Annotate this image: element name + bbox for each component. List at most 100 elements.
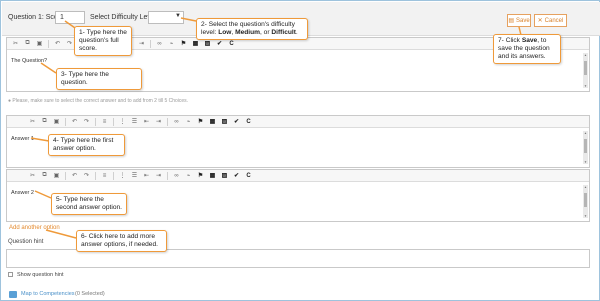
c-icon[interactable]: C <box>228 40 235 48</box>
unordered-list-icon[interactable]: ☰ <box>131 118 138 126</box>
paste-icon[interactable]: ▣ <box>53 118 60 126</box>
scroll-up-icon[interactable]: ▲ <box>583 131 588 135</box>
ordered-list-icon[interactable]: ⋮ <box>119 118 126 126</box>
undo-icon[interactable]: ↶ <box>71 172 78 180</box>
table-icon[interactable]: ▦ <box>209 172 216 180</box>
hint-label: Question hint <box>8 239 44 245</box>
table-icon[interactable]: ▦ <box>209 118 216 126</box>
save-button[interactable]: ▤ Save <box>507 14 531 27</box>
ordered-list-icon[interactable]: ⋮ <box>119 172 126 180</box>
answer-1-toolbar: ✂ ⧉ ▣ ↶ ↷ ≡ ⋮ ☰ ⇤ ⇥ ∞ ⌁ ⚑ ▦ ▨ ✔ C <box>7 116 589 128</box>
link-icon[interactable]: ∞ <box>173 118 180 126</box>
flag-icon[interactable]: ⚑ <box>180 40 187 48</box>
add-option-link[interactable]: Add another option <box>9 225 60 231</box>
flag-icon[interactable]: ⚑ <box>197 172 204 180</box>
toolbar-divider <box>65 117 66 126</box>
unlink-icon[interactable]: ⌁ <box>185 172 192 180</box>
callout-question: 3- Type here the question. <box>56 68 142 90</box>
toolbar-divider <box>65 171 66 180</box>
scroll-down-icon[interactable]: ▼ <box>583 214 588 218</box>
undo-icon[interactable]: ↶ <box>54 40 61 48</box>
save-icon: ▤ <box>508 18 514 24</box>
callout-add-option-text: 6- Click here to add more answer options… <box>81 233 158 248</box>
redo-icon[interactable]: ↷ <box>83 172 90 180</box>
callout-add-option: 6- Click here to add more answer options… <box>76 230 167 252</box>
cancel-button[interactable]: ✕ Cancel <box>534 14 567 27</box>
callout-score: 1- Type here the question's full score. <box>74 26 132 56</box>
map-competencies-link[interactable]: Map to Competencies <box>21 291 75 297</box>
c-icon[interactable]: C <box>245 118 252 126</box>
cancel-button-label: Cancel <box>544 17 564 24</box>
copy-icon[interactable]: ⧉ <box>41 118 48 126</box>
image-icon[interactable]: ▨ <box>204 40 211 48</box>
link-icon[interactable]: ∞ <box>173 172 180 180</box>
callout-sep: , or <box>260 29 272 36</box>
answer-2-text: Answer 2 <box>11 190 34 196</box>
callout-save: 7- Click Save, to save the question and … <box>493 34 561 64</box>
toolbar-divider <box>167 171 168 180</box>
flag-icon[interactable]: ⚑ <box>197 118 204 126</box>
cut-icon[interactable]: ✂ <box>29 118 36 126</box>
chevron-down-icon: ▼ <box>175 13 181 19</box>
scroll-up-icon[interactable]: ▲ <box>583 185 588 189</box>
paste-icon[interactable]: ▣ <box>53 172 60 180</box>
copy-icon[interactable]: ⧉ <box>41 172 48 180</box>
table-icon[interactable]: ▦ <box>192 40 199 48</box>
image-icon[interactable]: ▨ <box>221 172 228 180</box>
indent-icon[interactable]: ⇥ <box>155 172 162 180</box>
difficulty-low-text: Low <box>218 29 232 36</box>
check-icon[interactable]: ✔ <box>233 118 240 126</box>
close-icon: ✕ <box>537 18 543 24</box>
unlink-icon[interactable]: ⌁ <box>168 40 175 48</box>
show-hint-label: Show question hint <box>17 272 64 278</box>
indent-icon[interactable]: ⇥ <box>155 118 162 126</box>
callout-answer-2: 5- Type here the second answer option. <box>51 193 127 215</box>
paste-icon[interactable]: ▣ <box>36 40 43 48</box>
outdent-icon[interactable]: ⇤ <box>143 118 150 126</box>
toolbar-divider <box>95 117 96 126</box>
difficulty-medium-text: Medium <box>235 29 261 36</box>
cut-icon[interactable]: ✂ <box>12 40 19 48</box>
difficulty-select[interactable]: ▼ <box>148 11 184 24</box>
question-scrollbar[interactable]: ▲ ▼ <box>583 53 588 88</box>
callout-answer-1-text: 4- Type here the first answer option. <box>53 137 114 152</box>
cut-icon[interactable]: ✂ <box>29 172 36 180</box>
callout-sep: . <box>295 29 298 36</box>
callout-question-text: 3- Type here the question. <box>61 71 109 86</box>
scroll-thumb[interactable] <box>584 61 587 75</box>
show-hint-checkbox[interactable] <box>8 272 13 277</box>
unordered-list-icon[interactable]: ☰ <box>131 172 138 180</box>
format-icon[interactable]: ≡ <box>101 172 108 180</box>
difficulty-difficult-text: Difficult <box>271 29 296 36</box>
scroll-up-icon[interactable]: ▲ <box>583 53 588 57</box>
format-icon[interactable]: ≡ <box>101 118 108 126</box>
redo-icon[interactable]: ↷ <box>66 40 73 48</box>
competency-count: (0 Selected) <box>75 291 105 297</box>
callout-answer-1: 4- Type here the first answer option. <box>48 134 125 156</box>
link-icon[interactable]: ∞ <box>156 40 163 48</box>
info-note-text: Please, make sure to select the correct … <box>12 98 189 104</box>
image-icon[interactable]: ▨ <box>221 118 228 126</box>
callout-score-text: 1- Type here the question's full score. <box>79 29 127 52</box>
redo-icon[interactable]: ↷ <box>83 118 90 126</box>
toolbar-divider <box>113 117 114 126</box>
indent-icon[interactable]: ⇥ <box>138 40 145 48</box>
answer-2-toolbar: ✂ ⧉ ▣ ↶ ↷ ≡ ⋮ ☰ ⇤ ⇥ ∞ ⌁ ⚑ ▦ ▨ ✔ C <box>7 170 589 182</box>
undo-icon[interactable]: ↶ <box>71 118 78 126</box>
scroll-down-icon[interactable]: ▼ <box>583 160 588 164</box>
difficulty-label: Select Difficulty Level <box>90 14 157 21</box>
check-icon[interactable]: ✔ <box>216 40 223 48</box>
copy-icon[interactable]: ⧉ <box>24 40 31 48</box>
c-icon[interactable]: C <box>245 172 252 180</box>
scroll-down-icon[interactable]: ▼ <box>583 84 588 88</box>
check-icon[interactable]: ✔ <box>233 172 240 180</box>
unlink-icon[interactable]: ⌁ <box>185 118 192 126</box>
outdent-icon[interactable]: ⇤ <box>143 172 150 180</box>
callout-difficulty: 2- Select the question's difficulty leve… <box>196 18 308 40</box>
answer-1-scrollbar[interactable]: ▲ ▼ <box>583 131 588 164</box>
answer-2-scrollbar[interactable]: ▲ ▼ <box>583 185 588 218</box>
scroll-thumb[interactable] <box>584 193 587 207</box>
score-input[interactable]: 1 <box>55 11 85 24</box>
scroll-thumb[interactable] <box>584 139 587 153</box>
question-editor-window: Question 1: Score 1 Select Difficulty Le… <box>0 0 600 301</box>
